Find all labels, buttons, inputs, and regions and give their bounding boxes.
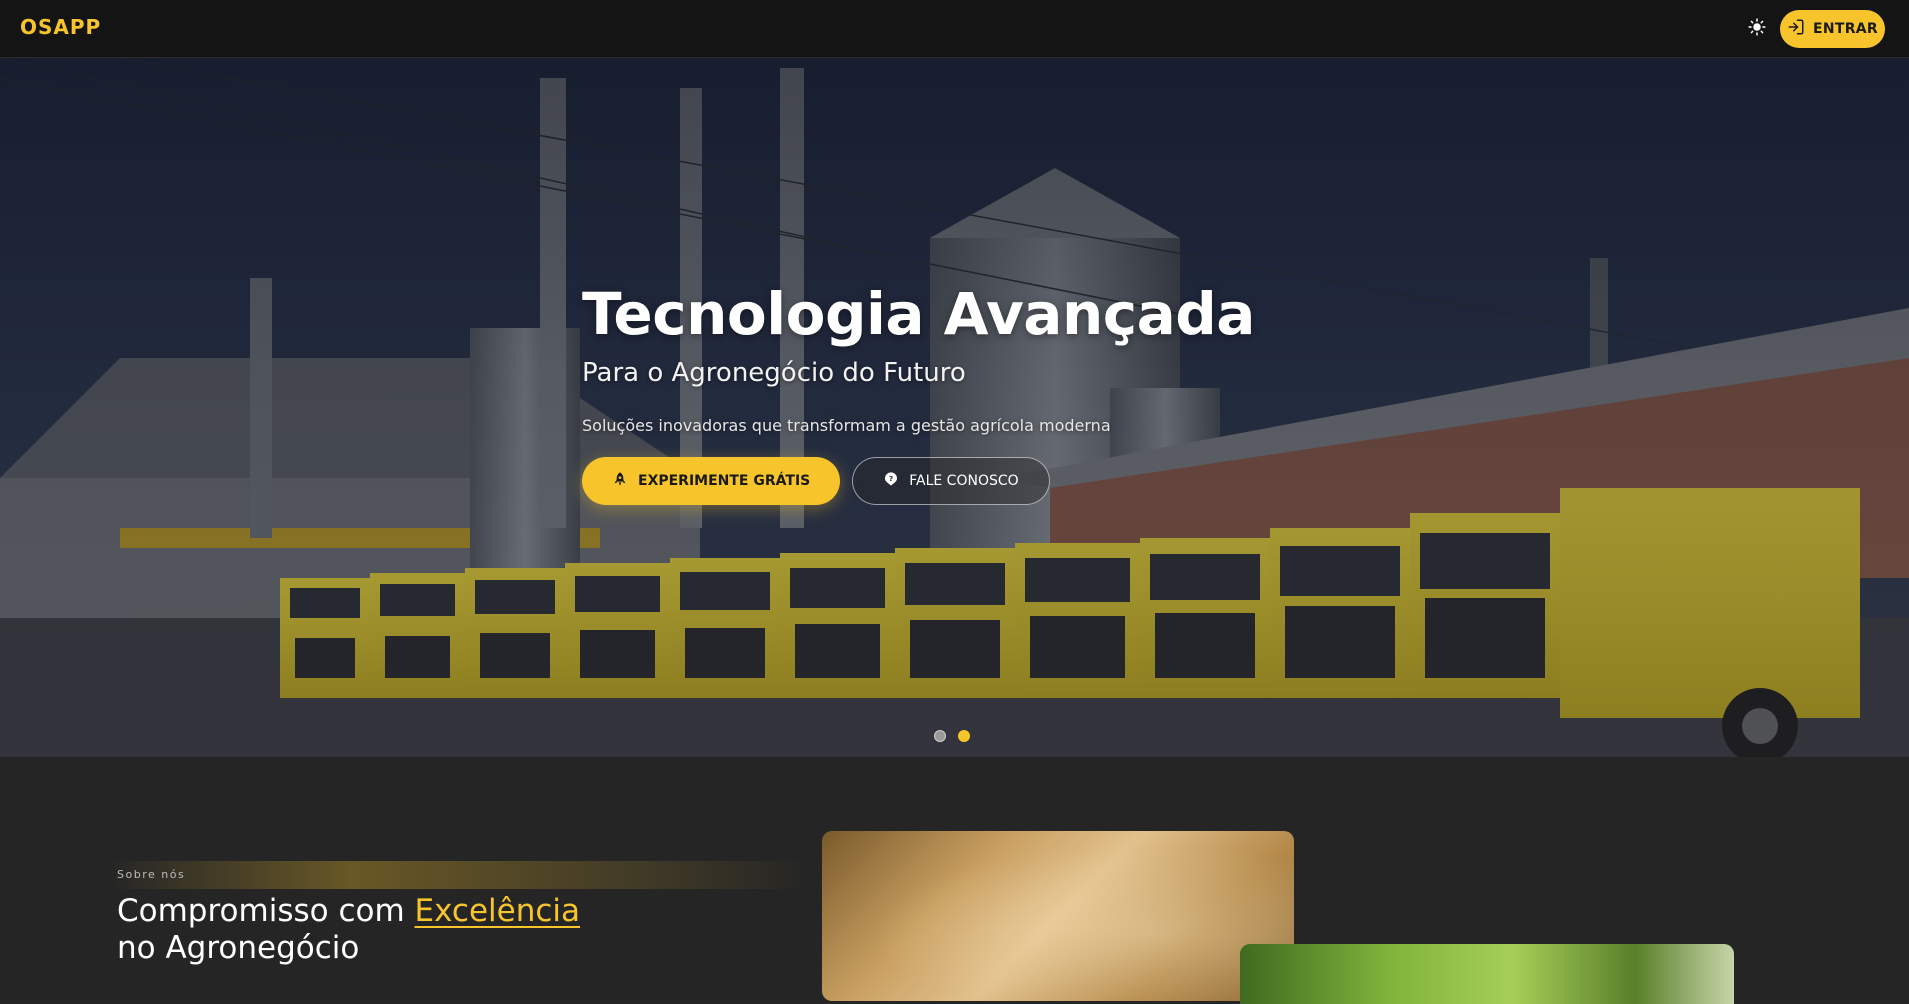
eyebrow-highlight-bar bbox=[108, 861, 808, 889]
about-title-suffix: no Agronegócio bbox=[117, 930, 360, 966]
about-title: Compromisso com Excelência no Agronegóci… bbox=[117, 893, 580, 967]
hero-description: Soluções inovadoras que transformam a ge… bbox=[582, 416, 1111, 435]
carousel-indicators bbox=[934, 730, 970, 742]
login-label: ENTRAR bbox=[1812, 21, 1879, 37]
svg-text:?: ? bbox=[889, 474, 893, 483]
contact-us-button[interactable]: ? FALE CONOSCO bbox=[852, 457, 1050, 505]
contact-us-label: FALE CONOSCO bbox=[909, 473, 1019, 489]
login-button[interactable]: ENTRAR bbox=[1780, 10, 1885, 48]
brand-logo[interactable]: OSAPP bbox=[20, 15, 101, 39]
rocket-icon bbox=[612, 471, 628, 491]
hero-subtitle: Para o Agronegócio do Futuro bbox=[582, 358, 966, 388]
about-title-highlight: Excelência bbox=[414, 893, 581, 929]
carousel-dot-1[interactable] bbox=[934, 730, 946, 742]
top-navbar: OSAPP ENTRAR bbox=[0, 0, 1909, 58]
hero-actions: EXPERIMENTE GRÁTIS ? FALE CONOSCO bbox=[582, 457, 1255, 505]
try-free-button[interactable]: EXPERIMENTE GRÁTIS bbox=[582, 457, 841, 505]
about-eyebrow: Sobre nós bbox=[117, 868, 186, 881]
help-icon: ? bbox=[883, 471, 899, 491]
theme-toggle-button[interactable] bbox=[1746, 18, 1768, 40]
about-title-prefix: Compromisso com bbox=[117, 893, 415, 929]
hero-content: Tecnologia Avançada Para o Agronegócio d… bbox=[582, 278, 1255, 505]
sun-icon bbox=[1748, 18, 1766, 40]
hero-carousel: Tecnologia Avançada Para o Agronegócio d… bbox=[0, 58, 1909, 757]
wheat-image bbox=[822, 831, 1294, 1001]
try-free-label: EXPERIMENTE GRÁTIS bbox=[638, 473, 811, 489]
plant-image bbox=[1240, 944, 1734, 1004]
carousel-dot-2[interactable] bbox=[958, 730, 970, 742]
about-section: Sobre nós Compromisso com Excelência no … bbox=[0, 757, 1909, 1004]
hero-title: Tecnologia Avançada bbox=[582, 280, 1255, 348]
login-icon bbox=[1787, 18, 1805, 40]
